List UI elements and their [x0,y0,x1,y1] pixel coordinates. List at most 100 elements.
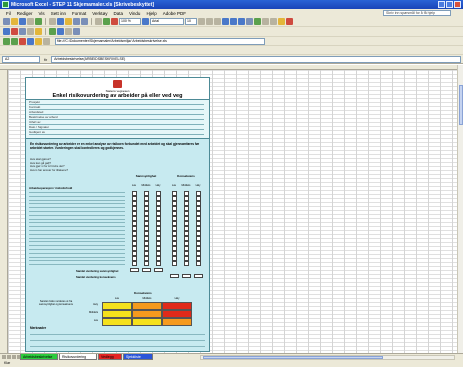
fx-icon[interactable]: fx [44,57,47,62]
scroll-thumb[interactable] [459,85,463,125]
table-row[interactable] [29,249,125,250]
maximize-button[interactable] [446,1,453,8]
copy-icon[interactable] [57,18,64,25]
table-row[interactable] [29,207,125,209]
menu-file[interactable]: Fil [6,11,11,16]
underline-icon[interactable] [214,18,221,25]
sum-cell[interactable] [170,274,179,278]
close-button[interactable] [454,1,461,8]
menu-tools[interactable]: Verktøy [92,11,107,16]
align-center-icon[interactable] [230,18,237,25]
risk-checkbox[interactable] [196,261,201,266]
table-row[interactable] [29,245,125,247]
notes-line[interactable] [30,346,205,347]
risk-checkbox[interactable] [172,261,177,266]
risk-checkbox[interactable] [156,261,161,266]
italic-icon[interactable] [206,18,213,25]
sort-icon[interactable] [103,18,110,25]
table-row[interactable] [29,252,125,254]
align-right-icon[interactable] [238,18,245,25]
forward-icon[interactable] [11,37,18,45]
arrow-icon[interactable] [73,28,80,35]
font-name-select[interactable]: Arial [150,18,184,25]
table-row[interactable] [29,230,125,231]
menu-adobe-pdf[interactable]: Adobe PDF [163,11,186,16]
favorites-icon[interactable] [43,37,50,45]
scroll-thumb[interactable] [203,356,383,359]
info-line[interactable]: Prosjekt [29,100,204,105]
table-row[interactable] [29,211,125,212]
currency-icon[interactable] [254,18,261,25]
menu-format[interactable]: Format [72,11,86,16]
minimize-button[interactable] [438,1,445,8]
refresh-icon[interactable] [27,37,34,45]
row-headers[interactable] [0,70,8,353]
worksheet[interactable]: Statens vegvesen Enkel risikovurdering a… [0,65,463,353]
fill-color-icon[interactable] [278,18,285,25]
info-line[interactable]: Utført av [29,120,204,125]
table-row[interactable] [29,226,125,228]
table-row[interactable] [29,260,125,262]
formula-input[interactable]: Arbeidsbeskrivelse(ARBEIDSBESKRIVELSE) [51,55,461,63]
menu-view[interactable]: Vis [39,11,45,16]
back-icon[interactable] [3,37,10,45]
new-icon[interactable] [3,18,10,25]
pdf-icon[interactable] [3,28,10,35]
sum-cell[interactable] [154,268,163,272]
table-row[interactable] [29,218,125,220]
menu-window[interactable]: Vindu [129,11,140,16]
menu-insert[interactable]: Sett inn [51,11,66,16]
notes-line[interactable] [30,334,205,335]
menu-data[interactable]: Data [113,11,123,16]
name-box[interactable]: A2 [2,55,40,63]
zoom-select[interactable]: 100 % [119,18,141,25]
info-line[interactable]: Kontrakt [29,105,204,110]
pdf-convert-icon[interactable] [11,28,18,35]
table-row[interactable] [29,222,125,224]
sum-icon[interactable] [95,18,102,25]
chart-icon[interactable] [111,18,118,25]
track-icon[interactable] [27,28,34,35]
align-left-icon[interactable] [222,18,229,25]
comment-icon[interactable] [35,28,42,35]
table-row[interactable] [29,203,125,205]
open-icon[interactable] [11,18,18,25]
redo-icon[interactable] [81,18,88,25]
preview-icon[interactable] [35,18,42,25]
home-icon[interactable] [35,37,42,45]
percent-icon[interactable] [262,18,269,25]
help-search-box[interactable]: Skriv inn spørsmål for å få hjelp [383,10,451,16]
sum-cell[interactable] [142,268,151,272]
merge-icon[interactable] [246,18,253,25]
table-row[interactable] [29,199,125,201]
table-row[interactable] [29,237,125,239]
font-color-icon[interactable] [286,18,293,25]
paste-icon[interactable] [65,18,72,25]
menu-edit[interactable]: Rediger [17,11,33,16]
table-row[interactable] [29,241,125,243]
menu-help[interactable]: Hjelp [146,11,156,16]
notes-line[interactable] [30,340,205,341]
info-line[interactable]: Godkjent av [29,130,204,135]
vertical-scrollbar[interactable] [457,65,463,353]
risk-checkbox[interactable] [144,261,149,266]
info-line[interactable]: Dato / Signatur [29,125,204,130]
first-tab-icon[interactable] [2,355,6,359]
help-icon[interactable] [142,18,149,25]
table-row[interactable] [29,256,125,258]
sum-cell[interactable] [182,274,191,278]
review-icon[interactable] [19,28,26,35]
sum-cell[interactable] [194,274,203,278]
stop-icon[interactable] [19,37,26,45]
line-icon[interactable] [65,28,72,35]
prev-tab-icon[interactable] [7,355,11,359]
font-size-select[interactable]: 10 [185,18,197,25]
save-icon[interactable] [19,18,26,25]
indent-icon[interactable] [270,18,277,25]
next-tab-icon[interactable] [12,355,16,359]
print-icon[interactable] [27,18,34,25]
info-line[interactable]: Beskrivelse av arbeid [29,115,204,120]
undo-icon[interactable] [73,18,80,25]
table-row[interactable] [29,214,125,216]
address-field[interactable]: file:///C:/Dokumenter/Skjemamaler/Arbeid… [55,37,265,45]
